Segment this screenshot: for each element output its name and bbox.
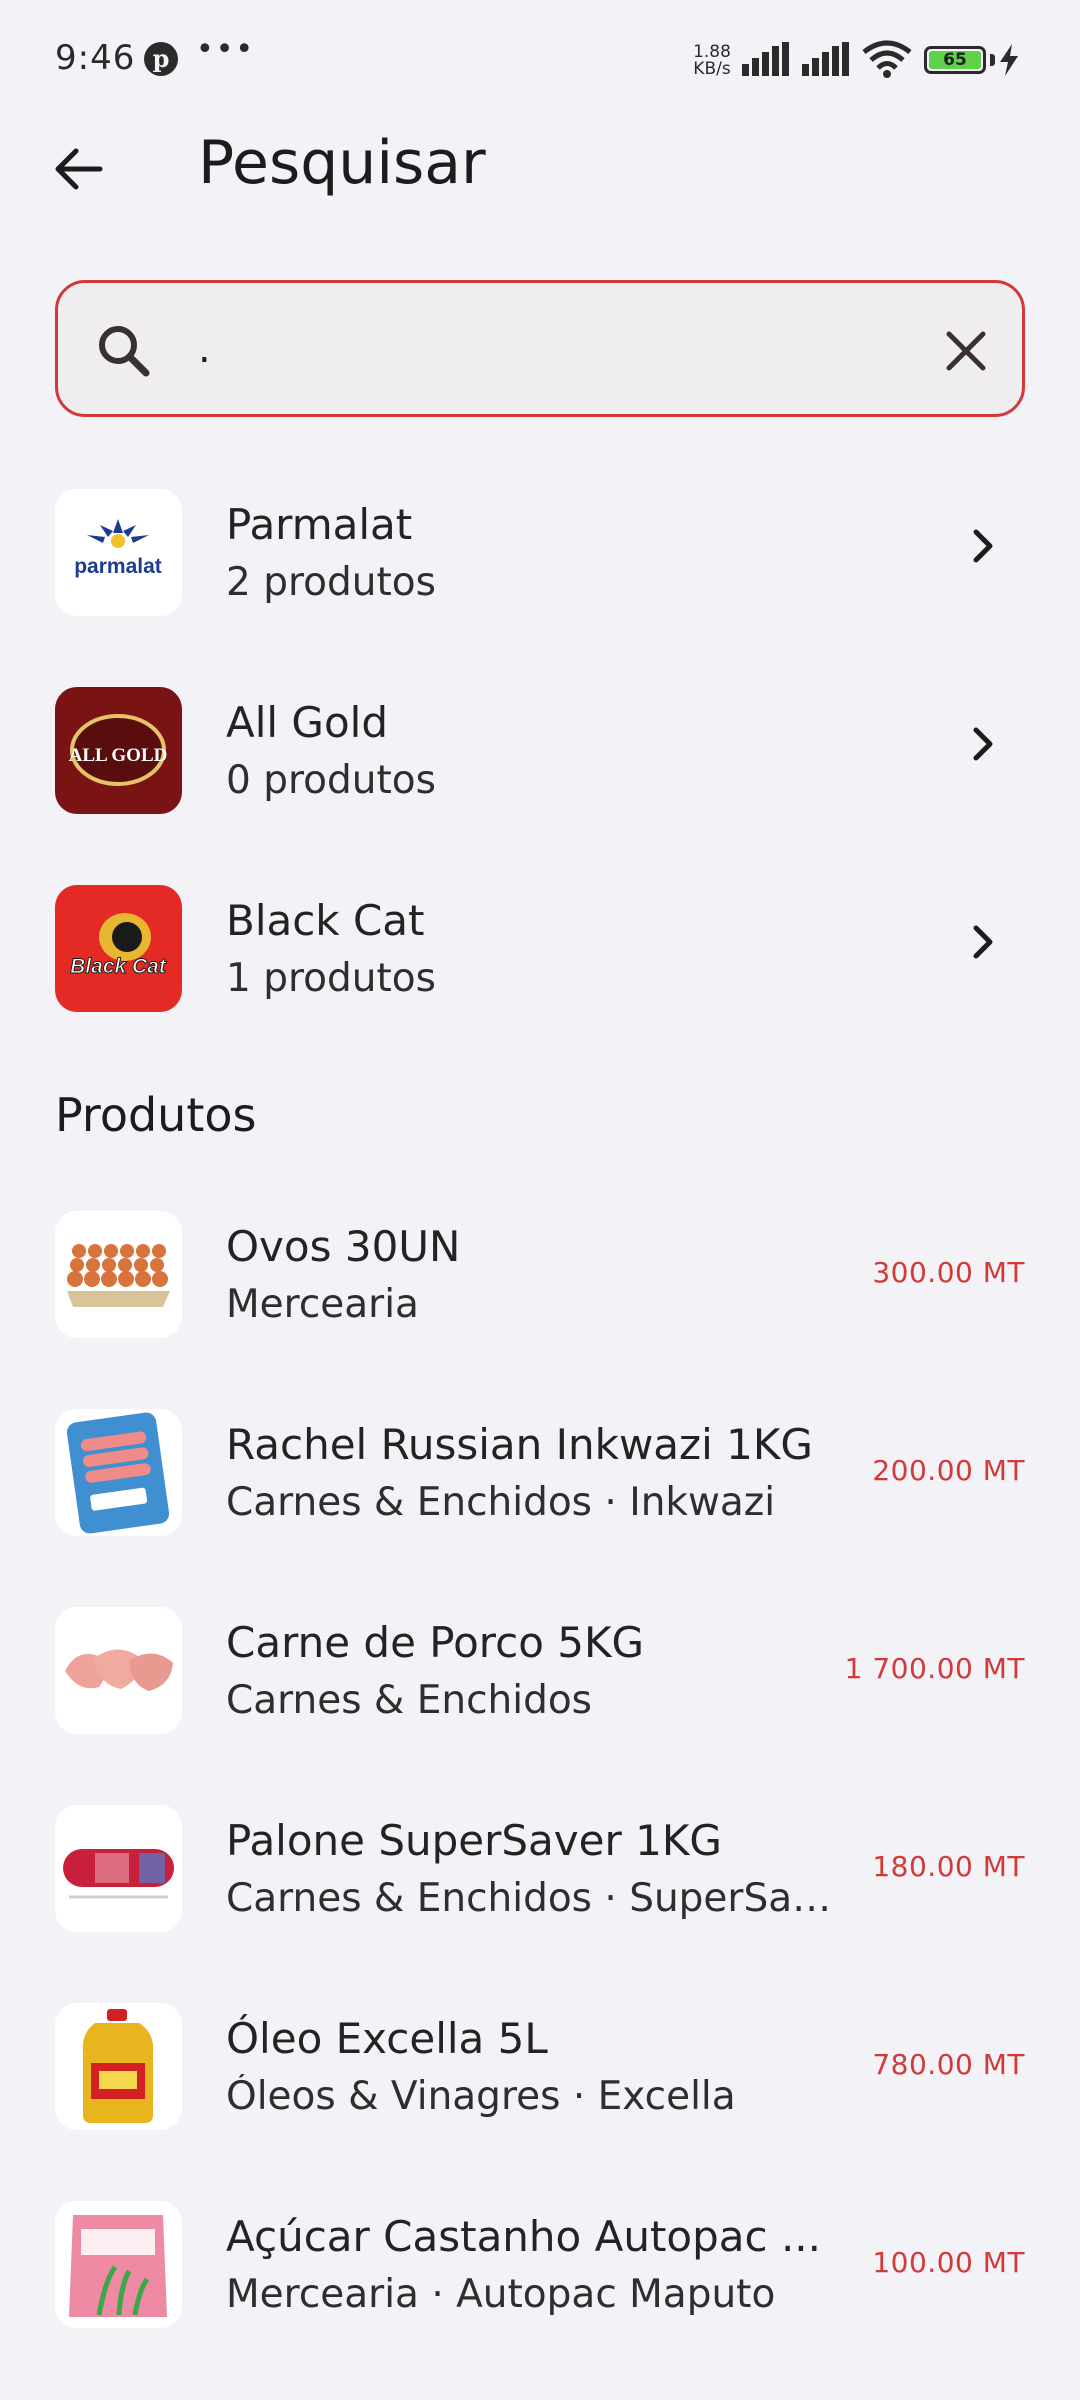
brand-row-all-gold[interactable]: ALL GOLD All Gold 0 produtos: [0, 660, 1080, 830]
product-price: 300.00 MT: [872, 1256, 1025, 1289]
product-category: Carnes & Enchidos: [226, 1678, 593, 1723]
product-image-pork: [55, 1607, 182, 1734]
product-name: Palone SuperSaver 1KG: [226, 1816, 722, 1865]
product-price: 200.00 MT: [872, 1454, 1025, 1487]
black-cat-logo-text: Black Cat: [70, 955, 167, 978]
charging-icon: [1000, 44, 1018, 76]
signal-icon: [742, 42, 789, 76]
product-price: 1 700.00 MT: [844, 1652, 1025, 1685]
status-bar: 9:46 p ••• 1.88 KB/s 65: [0, 0, 1080, 120]
network-speed-unit: KB/s: [693, 59, 731, 79]
product-image-polony: [55, 1805, 182, 1932]
search-icon: [99, 326, 150, 377]
product-name: Rachel Russian Inkwazi 1KG: [226, 1420, 813, 1469]
brand-count: 2 produtos: [226, 560, 436, 605]
products-section-title: Produtos: [55, 1088, 257, 1142]
product-price: 780.00 MT: [872, 2048, 1025, 2081]
wifi-icon: [862, 40, 912, 78]
chevron-right-icon: [973, 529, 993, 563]
product-row[interactable]: Rachel Russian Inkwazi 1KG Carnes & Ench…: [0, 1382, 1080, 1552]
product-image-russian-sausage: [55, 1409, 182, 1536]
search-bar[interactable]: [55, 280, 1025, 417]
signal-icon-2: [802, 42, 849, 76]
product-name: Ovos 30UN: [226, 1222, 461, 1271]
chevron-right-icon: [973, 727, 993, 761]
clear-search-button[interactable]: [928, 313, 1004, 389]
battery-icon: 65: [924, 46, 986, 74]
battery-tip: [990, 54, 995, 66]
product-row[interactable]: Palone SuperSaver 1KG Carnes & Enchidos …: [0, 1778, 1080, 1948]
all-gold-logo-text: ALL GOLD: [69, 745, 168, 766]
product-name: Açúcar Castanho Autopac ...: [226, 2212, 821, 2261]
back-button[interactable]: [44, 134, 114, 204]
search-input[interactable]: [198, 313, 938, 385]
brand-name: Black Cat: [226, 896, 425, 945]
product-image-eggs: [55, 1211, 182, 1338]
product-name: Óleo Excella 5L: [226, 2014, 548, 2063]
more-dots-icon: •••: [196, 32, 256, 67]
pinterest-icon: p: [144, 42, 178, 76]
brand-count: 1 produtos: [226, 956, 436, 1001]
product-image-oil: [55, 2003, 182, 2130]
brand-row-black-cat[interactable]: Black Cat Black Cat 1 produtos: [0, 858, 1080, 1028]
page-title: Pesquisar: [198, 128, 486, 198]
product-name: Carne de Porco 5KG: [226, 1618, 645, 1667]
brand-logo-all-gold: ALL GOLD: [55, 687, 182, 814]
chevron-right-icon: [973, 925, 993, 959]
battery-level: 65: [929, 51, 981, 69]
parmalat-logo-text: parmalat: [74, 555, 162, 578]
brand-logo-black-cat: Black Cat: [55, 885, 182, 1012]
product-row[interactable]: Óleo Excella 5L Óleos & Vinagres · Excel…: [0, 1976, 1080, 2146]
product-category: Mercearia: [226, 1282, 419, 1327]
product-price: 180.00 MT: [872, 1850, 1025, 1883]
product-row[interactable]: Carne de Porco 5KG Carnes & Enchidos 1 7…: [0, 1580, 1080, 1750]
product-price: 100.00 MT: [872, 2246, 1025, 2279]
product-category: Carnes & Enchidos · SuperSaver: [226, 1876, 846, 1921]
arrow-left-icon: [55, 148, 103, 190]
brand-name: Parmalat: [226, 500, 413, 549]
brand-name: All Gold: [226, 698, 388, 747]
product-image-sugar: [55, 2201, 182, 2328]
brand-logo-parmalat: parmalat: [55, 489, 182, 616]
close-icon: [946, 331, 986, 371]
product-category: Óleos & Vinagres · Excella: [226, 2074, 736, 2119]
status-time: 9:46: [55, 38, 136, 78]
product-row[interactable]: Açúcar Castanho Autopac ... Mercearia · …: [0, 2174, 1080, 2344]
brand-row-parmalat[interactable]: parmalat Parmalat 2 produtos: [0, 462, 1080, 632]
product-category: Carnes & Enchidos · Inkwazi: [226, 1480, 776, 1525]
product-row[interactable]: Ovos 30UN Mercearia 300.00 MT: [0, 1184, 1080, 1354]
product-category: Mercearia · Autopac Maputo: [226, 2272, 776, 2317]
network-speed: 1.88 KB/s: [690, 44, 734, 78]
brand-count: 0 produtos: [226, 758, 436, 803]
